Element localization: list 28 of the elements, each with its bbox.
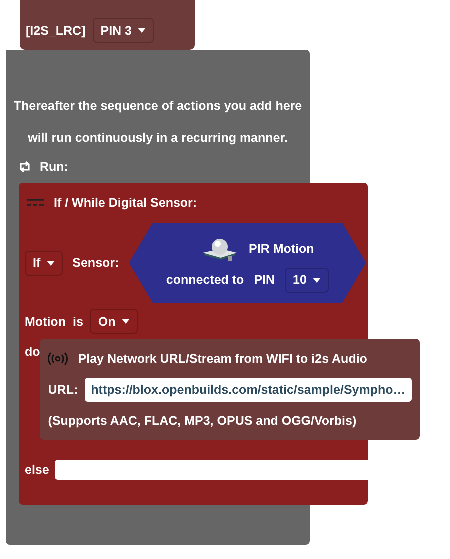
url-label: URL:: [48, 383, 78, 397]
mode-dropdown[interactable]: If: [25, 250, 63, 276]
url-field[interactable]: https://blox.openbuilds.com/static/sample/Sympho…: [85, 378, 412, 402]
caret-icon: [138, 28, 146, 33]
sensor-label: Sensor:: [72, 256, 120, 270]
pin-dropdown[interactable]: PIN 3: [92, 18, 154, 43]
state-label: Motion: [25, 314, 66, 328]
do-label: do: [24, 344, 40, 361]
run-label: Run:: [40, 160, 68, 174]
pin-dropdown[interactable]: 10: [285, 268, 329, 292]
caret-icon: [46, 260, 55, 266]
else-label: else: [24, 463, 50, 477]
pin-label: [I2S_LRC]: [26, 24, 86, 38]
pin-label: PIN: [254, 273, 276, 287]
broadcast-icon: [48, 352, 68, 366]
is-label: is: [72, 314, 84, 328]
loop-icon: [18, 160, 32, 174]
audio-title: Play Network URL/Stream from WIFI to i2s Audio: [78, 352, 368, 366]
connected-label: connected to: [166, 273, 244, 287]
lines-icon: [27, 199, 44, 207]
sensor-name: PIR Motion: [249, 242, 314, 256]
caret-icon: [122, 319, 130, 324]
state-dropdown[interactable]: On: [90, 309, 138, 334]
description-text: will run continuously in a recurring manner.: [28, 130, 288, 147]
caret-icon: [312, 278, 321, 282]
block-title: If / While Digital Sensor:: [54, 196, 198, 210]
formats-note: (Supports AAC, FLAC, MP3, OPUS and OGG/Vorbis): [47, 413, 358, 428]
description-text: Thereafter the sequence of actions you add here: [14, 98, 302, 115]
